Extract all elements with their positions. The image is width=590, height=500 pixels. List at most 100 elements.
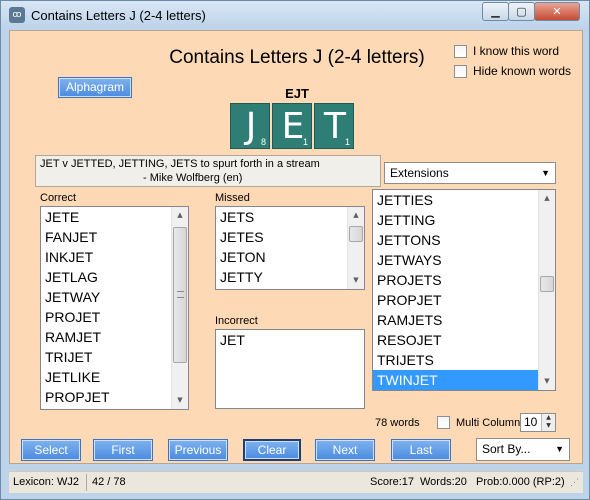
word-tiles: J 8 E 1 T 1: [230, 103, 354, 149]
close-button[interactable]: ✕: [534, 2, 580, 21]
missed-list[interactable]: JETS JETES JETON JETTY ▲ ▼: [215, 206, 365, 290]
letter-tile: E 1: [272, 103, 312, 149]
multi-column-label: Multi Column: [456, 416, 521, 429]
scroll-up-icon[interactable]: ▲: [348, 207, 364, 224]
scroll-down-icon[interactable]: ▼: [539, 373, 555, 390]
missed-label: Missed: [215, 192, 250, 204]
incorrect-label: Incorrect: [215, 315, 258, 327]
list-item[interactable]: PROPJET: [41, 387, 188, 407]
resize-grip-icon[interactable]: ⋰: [570, 477, 579, 488]
hide-known-words-option[interactable]: Hide known words: [454, 64, 571, 78]
words-status: Words:20: [420, 476, 467, 488]
previous-button[interactable]: Previous: [168, 439, 228, 461]
score-status: Score:17: [370, 476, 415, 488]
scroll-thumb[interactable]: [540, 276, 554, 292]
scroll-thumb[interactable]: [173, 227, 187, 363]
i-know-word-label: I know this word: [473, 44, 560, 58]
sort-by-value: Sort By...: [482, 442, 531, 456]
probability-status: Prob:0.000 (RP:2): [476, 476, 565, 488]
maximize-button[interactable]: ▢: [508, 2, 535, 21]
word-count: 78 words: [375, 417, 420, 429]
next-button[interactable]: Next: [315, 439, 375, 461]
i-know-word-option[interactable]: I know this word: [454, 44, 559, 58]
list-item[interactable]: TRIJET: [41, 347, 188, 367]
multi-column-checkbox[interactable]: [437, 416, 450, 429]
title-bar[interactable]: ꝏ Contains Letters J (2-4 letters) ▁ ▢ ✕: [1, 1, 589, 29]
extensions-scrollbar[interactable]: ▲ ▼: [538, 190, 555, 390]
definition-text: JET v JETTED, JETTING, JETS to spurt for…: [40, 158, 320, 170]
list-item[interactable]: JETES: [216, 227, 364, 247]
scroll-up-icon[interactable]: ▲: [172, 207, 188, 224]
lexicon-status: Lexicon: WJ2: [13, 476, 80, 488]
letter-tile: J 8: [230, 103, 270, 149]
quiz-panel: Contains Letters J (2-4 letters) I know …: [9, 30, 583, 464]
letter-tile: T 1: [314, 103, 354, 149]
multi-column-option[interactable]: Multi Column: [437, 416, 520, 429]
alphagram-button[interactable]: Alphagram: [58, 77, 132, 98]
tile-score: 1: [302, 137, 308, 147]
list-item[interactable]: TRIJETS: [373, 350, 555, 370]
scroll-thumb[interactable]: [349, 226, 363, 242]
select-button[interactable]: Select: [21, 439, 81, 461]
list-item[interactable]: JETLAG: [41, 267, 188, 287]
clear-button[interactable]: Clear: [243, 439, 301, 461]
scroll-down-icon[interactable]: ▼: [348, 272, 364, 289]
tile-score: 8: [260, 137, 266, 147]
spin-down-icon[interactable]: ▼: [542, 422, 555, 430]
last-button[interactable]: Last: [391, 439, 451, 461]
correct-label: Correct: [40, 192, 77, 204]
list-item[interactable]: JETE: [41, 207, 188, 227]
owl-app-icon: ꝏ: [9, 7, 25, 23]
minimize-button[interactable]: ▁: [482, 2, 509, 21]
status-separator: [86, 474, 87, 491]
tile-score: 1: [344, 137, 350, 147]
definition-attribution: - Mike Wolfberg (en): [143, 172, 243, 184]
list-item[interactable]: PROJET: [41, 307, 188, 327]
i-know-word-checkbox[interactable]: [454, 44, 467, 58]
spinner-arrows[interactable]: ▲ ▼: [541, 414, 555, 431]
correct-scrollbar[interactable]: ▲ ▼: [171, 207, 188, 409]
chevron-down-icon: ▼: [541, 168, 550, 178]
list-item[interactable]: INKJET: [41, 247, 188, 267]
columns-spinner[interactable]: 10 ▲ ▼: [520, 413, 556, 432]
status-bar: Lexicon: WJ2 42 / 78 Score:17 Words:20 P…: [9, 471, 583, 493]
hide-known-words-label: Hide known words: [473, 64, 572, 78]
chevron-down-icon: ▼: [555, 444, 564, 454]
missed-scrollbar[interactable]: ▲ ▼: [347, 207, 364, 289]
list-item[interactable]: JETTIES: [373, 190, 555, 210]
list-item[interactable]: RAMJET: [41, 327, 188, 347]
list-item[interactable]: JETLIKE: [41, 367, 188, 387]
alphagram-text: EJT: [285, 86, 309, 101]
extensions-list[interactable]: JETTIES JETTING JETTONS JETWAYS PROJETS …: [372, 189, 556, 391]
columns-value: 10: [524, 415, 538, 429]
list-item[interactable]: RESOJET: [373, 330, 555, 350]
list-item[interactable]: JETTY: [216, 267, 364, 287]
spin-up-icon[interactable]: ▲: [542, 414, 555, 422]
list-item[interactable]: JETTING: [373, 210, 555, 230]
app-window: ꝏ Contains Letters J (2-4 letters) ▁ ▢ ✕…: [0, 0, 590, 500]
definition-box: JET v JETTED, JETTING, JETS to spurt for…: [35, 155, 381, 187]
sort-by-dropdown[interactable]: Sort By... ▼: [476, 438, 570, 461]
list-item-selected[interactable]: TWINJET: [373, 370, 555, 390]
grip-icon: [177, 291, 184, 298]
list-item[interactable]: PROJETS: [373, 270, 555, 290]
window-title: Contains Letters J (2-4 letters): [31, 8, 206, 23]
extensions-dropdown[interactable]: Extensions ▼: [384, 162, 556, 184]
correct-list[interactable]: JETE FANJET INKJET JETLAG JETWAY PROJET …: [40, 206, 189, 410]
extensions-dropdown-value: Extensions: [390, 166, 449, 180]
list-item[interactable]: JETON: [216, 247, 364, 267]
first-button[interactable]: First: [93, 439, 153, 461]
list-item[interactable]: JETWAY: [41, 287, 188, 307]
scroll-up-icon[interactable]: ▲: [539, 190, 555, 207]
position-status: 42 / 78: [92, 476, 126, 488]
incorrect-list[interactable]: JET: [215, 329, 365, 409]
scroll-down-icon[interactable]: ▼: [172, 392, 188, 409]
hide-known-words-checkbox[interactable]: [454, 64, 467, 78]
list-item[interactable]: PROPJET: [373, 290, 555, 310]
list-item[interactable]: RAMJETS: [373, 310, 555, 330]
list-item[interactable]: FANJET: [41, 227, 188, 247]
list-item[interactable]: JETWAYS: [373, 250, 555, 270]
list-item[interactable]: JETTONS: [373, 230, 555, 250]
list-item[interactable]: JETS: [216, 207, 364, 227]
list-item[interactable]: JET: [216, 330, 364, 350]
